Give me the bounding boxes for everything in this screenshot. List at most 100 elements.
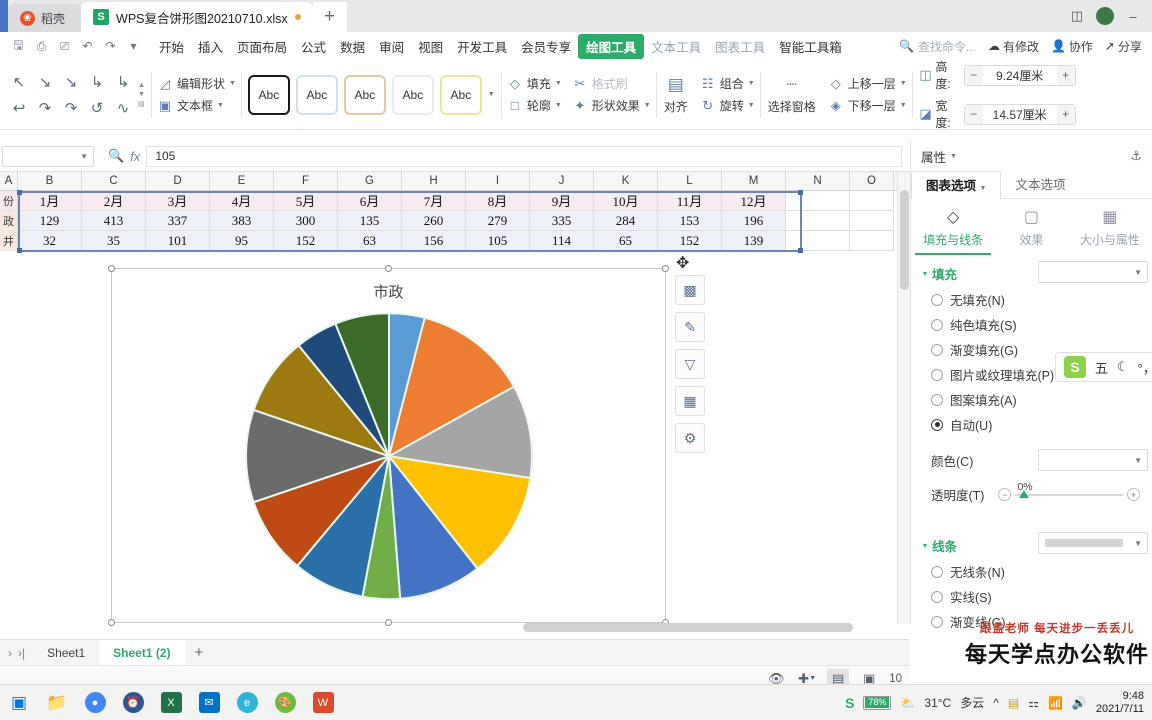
- transparency-thumb[interactable]: [1019, 489, 1030, 498]
- collaborate-button[interactable]: 👤 协作: [1051, 38, 1093, 55]
- col-header-I[interactable]: I: [466, 172, 530, 190]
- excel-icon[interactable]: X: [152, 685, 190, 720]
- sheet-next-icon[interactable]: ›: [8, 646, 12, 660]
- chart-handle-s[interactable]: [385, 619, 392, 626]
- cell-L1[interactable]: 11月: [658, 191, 722, 211]
- redo-icon[interactable]: ↷: [100, 36, 121, 56]
- chevron-down-icon[interactable]: ▼: [950, 153, 957, 160]
- subtab-size-properties[interactable]: ▦ 大小与属性: [1072, 207, 1148, 255]
- scroll-up-icon[interactable]: ▲: [138, 82, 145, 89]
- cell-M1[interactable]: 12月: [722, 191, 786, 211]
- chrome-icon[interactable]: ●: [76, 685, 114, 720]
- gallery-expand-icon[interactable]: ▤: [138, 100, 145, 108]
- width-decrease-button[interactable]: −: [964, 104, 983, 124]
- style-gallery-expand-icon[interactable]: ▼: [488, 91, 495, 98]
- transparency-decrease-icon[interactable]: −: [998, 488, 1012, 501]
- ribbon-tab-view[interactable]: 视图: [411, 34, 450, 59]
- cell-M3[interactable]: 139: [722, 231, 786, 251]
- print-preview-icon[interactable]: ⎚: [54, 36, 75, 56]
- row-header[interactable]: 政: [0, 211, 18, 231]
- radio-solid-line[interactable]: 实线(S): [911, 584, 1152, 609]
- cell-B1[interactable]: 1月: [18, 191, 82, 211]
- shape-curve3-icon[interactable]: ↷: [58, 95, 84, 121]
- cell-J3[interactable]: 114: [530, 231, 594, 251]
- pin-icon[interactable]: ⚓: [1130, 148, 1142, 164]
- shape-s-curve-icon[interactable]: ∿: [110, 95, 136, 121]
- cell-I1[interactable]: 8月: [466, 191, 530, 211]
- windows-start-icon[interactable]: ▣: [0, 685, 38, 720]
- width-increase-button[interactable]: +: [1056, 104, 1075, 124]
- text-box-button[interactable]: ▣ 文本框 ▼: [157, 97, 236, 114]
- ribbon-tab-drawing-tools[interactable]: 绘图工具: [578, 33, 645, 59]
- formula-input[interactable]: 105: [146, 145, 902, 167]
- horizontal-scroll-thumb[interactable]: [523, 623, 853, 632]
- cell-I3[interactable]: 105: [466, 231, 530, 251]
- ribbon-tab-formula[interactable]: 公式: [294, 34, 333, 59]
- color-dropdown[interactable]: ▼: [1038, 449, 1148, 471]
- paint-icon[interactable]: 🎨: [266, 685, 304, 720]
- ime-mode-wubi[interactable]: 五: [1095, 358, 1108, 377]
- new-tab-button[interactable]: +: [312, 2, 347, 32]
- clock-app-icon[interactable]: ⏰: [114, 685, 152, 720]
- share-button[interactable]: ➚ 分享: [1105, 38, 1142, 55]
- cell-K2[interactable]: 284: [594, 211, 658, 231]
- fill-button[interactable]: ◇ 填充 ▼: [507, 75, 562, 92]
- col-header-G[interactable]: G: [338, 172, 402, 190]
- radio-solid-fill[interactable]: 纯色填充(S): [911, 312, 1152, 337]
- group-button[interactable]: ☷ 组合 ▼: [700, 75, 755, 92]
- col-header-K[interactable]: K: [594, 172, 658, 190]
- ribbon-tab-smart-toolbox[interactable]: 智能工具箱: [772, 34, 849, 59]
- transparency-increase-icon[interactable]: +: [1127, 488, 1140, 501]
- chart-type-icon[interactable]: ▦: [675, 386, 705, 416]
- col-header-C[interactable]: C: [82, 172, 146, 190]
- ime-punctuation-icon[interactable]: °，: [1138, 358, 1152, 377]
- shape-style-0[interactable]: Abc: [247, 74, 290, 115]
- shape-style-1[interactable]: Abc: [295, 74, 338, 115]
- cell-H3[interactable]: 156: [402, 231, 466, 251]
- cell-G3[interactable]: 63: [338, 231, 402, 251]
- cell-K3[interactable]: 65: [594, 231, 658, 251]
- shape-elbow-icon[interactable]: ↳: [84, 69, 110, 95]
- cell-F1[interactable]: 5月: [274, 191, 338, 211]
- tray-sogou-icon[interactable]: S: [845, 695, 854, 711]
- col-header-M[interactable]: M: [722, 172, 786, 190]
- cell-E3[interactable]: 95: [210, 231, 274, 251]
- cell-I2[interactable]: 279: [466, 211, 530, 231]
- ribbon-tab-page-layout[interactable]: 页面布局: [230, 34, 294, 59]
- volume-icon[interactable]: 🔊: [1072, 696, 1087, 710]
- name-box[interactable]: ▼: [2, 145, 94, 167]
- sidebar-toggle-icon[interactable]: ◫: [1068, 8, 1086, 24]
- width-value[interactable]: 14.57厘米: [983, 106, 1057, 123]
- shape-curve-icon[interactable]: ↩: [6, 95, 32, 121]
- height-value[interactable]: 9.24厘米: [983, 67, 1057, 84]
- sync-status[interactable]: ☁ 有修改: [988, 38, 1039, 55]
- col-header-F[interactable]: F: [274, 172, 338, 190]
- select-pane-button[interactable]: ┈ 选择窗格: [761, 75, 823, 115]
- ribbon-tab-member[interactable]: 会员专享: [514, 34, 578, 59]
- chart-settings-gear-icon[interactable]: ⚙: [675, 423, 705, 453]
- folder-icon[interactable]: 📁: [38, 685, 76, 720]
- shape-style-2[interactable]: Abc: [343, 74, 386, 115]
- tab-chart-options[interactable]: 图表选项 ▼: [911, 171, 1002, 199]
- ribbon-tab-developer[interactable]: 开发工具: [450, 34, 514, 59]
- cell-F3[interactable]: 152: [274, 231, 338, 251]
- shape-arrow-icon[interactable]: ↘: [32, 69, 58, 95]
- tab-document[interactable]: S WPS复合饼形图20210710.xlsx: [81, 2, 313, 32]
- fill-preset-dropdown[interactable]: ▼: [1038, 261, 1148, 283]
- subtab-effects[interactable]: ▢ 效果: [993, 207, 1069, 255]
- cell-N2[interactable]: [786, 211, 850, 231]
- zoom-search-icon[interactable]: 🔍: [108, 148, 124, 164]
- sheet-tab-sheet1[interactable]: Sheet1: [33, 640, 99, 666]
- cell-E1[interactable]: 4月: [210, 191, 274, 211]
- height-increase-button[interactable]: +: [1056, 65, 1075, 85]
- command-search[interactable]: 🔍 查找命令...: [899, 38, 976, 55]
- vertical-scroll-thumb[interactable]: [900, 190, 909, 290]
- wifi-icon[interactable]: 📶: [1048, 696, 1063, 710]
- cell-B3[interactable]: 32: [18, 231, 82, 251]
- col-header-O[interactable]: O: [850, 172, 894, 190]
- save-icon[interactable]: 🖫: [8, 36, 29, 56]
- shape-elbow-arrow-icon[interactable]: ↳: [110, 69, 136, 95]
- scroll-down-icon[interactable]: ▼: [138, 91, 145, 98]
- chart-style-brush-icon[interactable]: ✎: [675, 312, 705, 342]
- print-icon[interactable]: ⎙: [31, 36, 52, 56]
